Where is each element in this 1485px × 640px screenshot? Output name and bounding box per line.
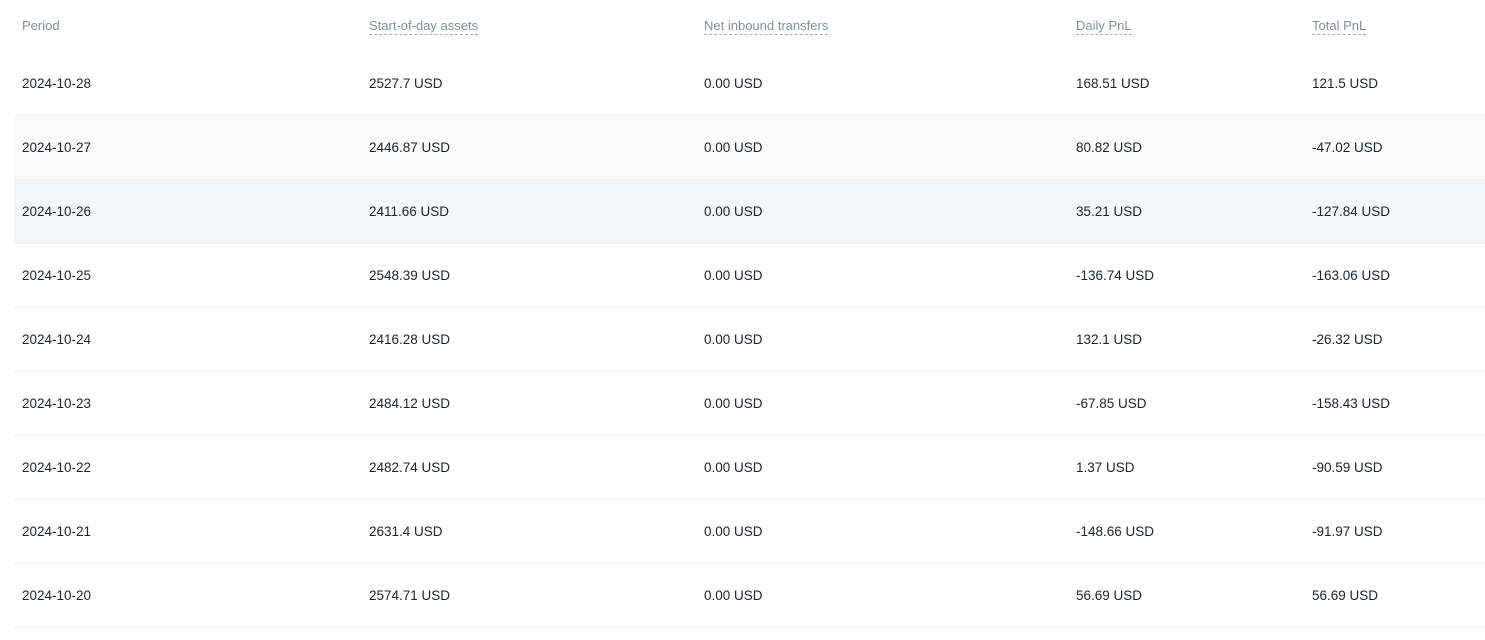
cell-net-inbound: 0.00 USD <box>704 396 763 411</box>
cell-net-inbound: 0.00 USD <box>704 204 763 219</box>
cell-daily-pnl: 56.69 USD <box>1076 588 1143 603</box>
cell-start-assets: 2548.39 USD <box>369 268 451 283</box>
cell-total-pnl: -127.84 USD <box>1312 204 1391 219</box>
cell-period: 2024-10-22 <box>22 460 92 475</box>
header-net-inbound-label[interactable]: Net inbound transfers <box>704 17 829 35</box>
header-period: Period <box>14 18 361 33</box>
table-body: 2024-10-28 2527.7 USD 0.00 USD 168.51 USD 12… <box>14 52 1485 628</box>
cell-total-pnl: -90.59 USD <box>1312 460 1383 475</box>
cell-start-assets: 2631.4 USD <box>369 524 443 539</box>
cell-start-assets: 2411.66 USD <box>369 204 450 219</box>
cell-period: 2024-10-24 <box>22 332 92 347</box>
header-net-inbound[interactable]: Net inbound transfers <box>696 17 1068 35</box>
table-row: 2024-10-24 2416.28 USD 0.00 USD 132.1 USD -2… <box>14 308 1485 372</box>
cell-daily-pnl: 132.1 USD <box>1076 332 1143 347</box>
table-row: 2024-10-27 2446.87 USD 0.00 USD 80.82 USD -4… <box>14 116 1485 180</box>
header-total-pnl[interactable]: Total PnL <box>1304 17 1485 35</box>
header-daily-pnl-label[interactable]: Daily PnL <box>1076 17 1132 35</box>
header-total-pnl-label[interactable]: Total PnL <box>1312 17 1367 35</box>
cell-period: 2024-10-20 <box>22 588 92 603</box>
cell-net-inbound: 0.00 USD <box>704 460 763 475</box>
cell-total-pnl: 121.5 USD <box>1312 76 1379 91</box>
cell-total-pnl: -158.43 USD <box>1312 396 1391 411</box>
table-row: 2024-10-23 2484.12 USD 0.00 USD -67.85 USD -… <box>14 372 1485 436</box>
cell-total-pnl: -47.02 USD <box>1312 140 1383 155</box>
cell-total-pnl: -163.06 USD <box>1312 268 1391 283</box>
header-period-label: Period <box>22 17 60 33</box>
cell-daily-pnl: -148.66 USD <box>1076 524 1155 539</box>
cell-period: 2024-10-25 <box>22 268 92 283</box>
table-row: 2024-10-22 2482.74 USD 0.00 USD 1.37 USD -90… <box>14 436 1485 500</box>
cell-net-inbound: 0.00 USD <box>704 76 763 91</box>
cell-start-assets: 2482.74 USD <box>369 460 451 475</box>
cell-start-assets: 2484.12 USD <box>369 396 451 411</box>
cell-period: 2024-10-27 <box>22 140 92 155</box>
cell-period: 2024-10-23 <box>22 396 92 411</box>
cell-start-assets: 2416.28 USD <box>369 332 451 347</box>
cell-net-inbound: 0.00 USD <box>704 588 763 603</box>
pnl-table: Period Start-of-day assets Net inbound t… <box>14 0 1485 628</box>
cell-daily-pnl: -67.85 USD <box>1076 396 1147 411</box>
cell-start-assets: 2574.71 USD <box>369 588 451 603</box>
cell-daily-pnl: 35.21 USD <box>1076 204 1143 219</box>
table-header: Period Start-of-day assets Net inbound t… <box>14 0 1485 52</box>
cell-start-assets: 2527.7 USD <box>369 76 443 91</box>
table-row: 2024-10-26 2411.66 USD 0.00 USD 35.21 USD -1… <box>14 180 1485 244</box>
cell-start-assets: 2446.87 USD <box>369 140 451 155</box>
table-row: 2024-10-25 2548.39 USD 0.00 USD -136.74 USD… <box>14 244 1485 308</box>
cell-net-inbound: 0.00 USD <box>704 268 763 283</box>
cell-total-pnl: 56.69 USD <box>1312 588 1379 603</box>
cell-daily-pnl: 80.82 USD <box>1076 140 1143 155</box>
cell-net-inbound: 0.00 USD <box>704 140 763 155</box>
cell-period: 2024-10-26 <box>22 204 92 219</box>
table-row: 2024-10-28 2527.7 USD 0.00 USD 168.51 USD 12… <box>14 52 1485 116</box>
cell-period: 2024-10-28 <box>22 76 92 91</box>
table-row: 2024-10-21 2631.4 USD 0.00 USD -148.66 USD -… <box>14 500 1485 564</box>
cell-period: 2024-10-21 <box>22 524 92 539</box>
cell-net-inbound: 0.00 USD <box>704 524 763 539</box>
cell-net-inbound: 0.00 USD <box>704 332 763 347</box>
cell-total-pnl: -91.97 USD <box>1312 524 1383 539</box>
header-start-assets-label[interactable]: Start-of-day assets <box>369 17 479 35</box>
header-daily-pnl[interactable]: Daily PnL <box>1068 17 1304 35</box>
cell-daily-pnl: -136.74 USD <box>1076 268 1155 283</box>
cell-total-pnl: -26.32 USD <box>1312 332 1383 347</box>
cell-daily-pnl: 168.51 USD <box>1076 76 1150 91</box>
header-start-assets[interactable]: Start-of-day assets <box>361 17 696 35</box>
table-row: 2024-10-20 2574.71 USD 0.00 USD 56.69 USD 56… <box>14 564 1485 628</box>
cell-daily-pnl: 1.37 USD <box>1076 460 1135 475</box>
